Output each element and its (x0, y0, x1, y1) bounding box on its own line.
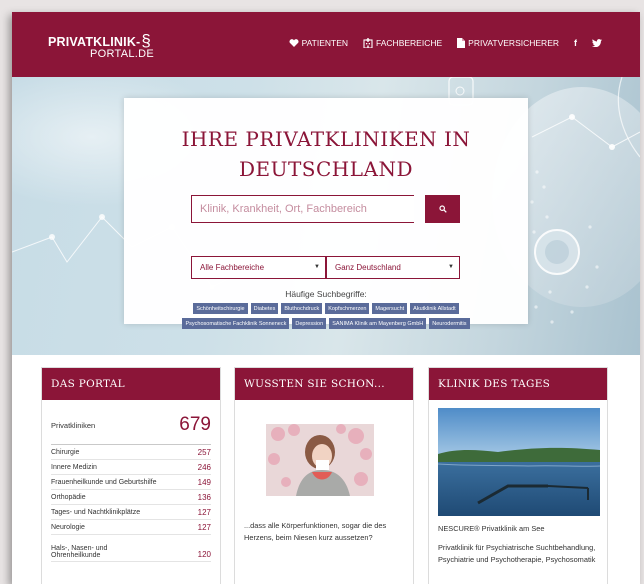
popular-searches-label: Häufige Suchbegriffe: (285, 289, 367, 299)
page: PRIVATKLINIK- § PORTAL.DE PATIENTEN FACHB… (12, 12, 640, 584)
clinic-of-the-day-heading: KLINIK DES TAGES (429, 368, 607, 400)
category-label: Hals-, Nasen- und Ohrenheilkunde (51, 545, 108, 559)
nav-privatversicherer-label: PRIVATVERSICHERER (468, 38, 559, 48)
did-you-know-heading: WUSSTEN SIE SCHON... (235, 368, 413, 400)
category-row[interactable]: Innere Medizin 246 (51, 460, 211, 475)
category-count: 149 (197, 477, 211, 487)
logo-text-top: PRIVATKLINIK- (48, 35, 141, 49)
search-button[interactable] (425, 195, 460, 223)
nav-fachbereiche[interactable]: FACHBEREICHE (363, 38, 442, 48)
popular-tags-row-1: Schönheitschirurgie Diabetes Bluthochdru… (124, 303, 528, 314)
category-row[interactable]: Chirurgie 257 (51, 445, 211, 460)
clinic-description: Privatklinik für Psychiatrische Suchtbeh… (438, 543, 596, 564)
search-tag[interactable]: Depression (292, 318, 327, 329)
search-tag[interactable]: Bluthochdruck (281, 303, 323, 314)
total-clinics-row[interactable]: Privatkliniken 679 (51, 406, 211, 445)
category-row[interactable]: Hals-, Nasen- und Ohrenheilkunde 120 (51, 535, 211, 562)
search-input[interactable] (191, 195, 414, 223)
clinic-name[interactable]: NESCURE® Privatklinik am See (438, 524, 600, 533)
fachbereich-select[interactable]: Alle Fachbereiche ▼ (191, 256, 326, 279)
total-clinics-count: 679 (179, 414, 211, 435)
document-icon (457, 38, 466, 48)
total-clinics-label: Privatkliniken (51, 420, 96, 430)
lake-image[interactable] (438, 408, 600, 516)
category-label: Innere Medizin (51, 463, 97, 471)
hospital-icon (363, 38, 373, 48)
site-logo[interactable]: PRIVATKLINIK- § PORTAL.DE (48, 31, 155, 60)
search-tag[interactable]: Schönheitschirurgie (193, 303, 248, 314)
nav-patienten[interactable]: PATIENTEN (289, 38, 348, 48)
dropdown-arrow-icon: ▼ (314, 264, 320, 270)
search-tag[interactable]: Diabetes (250, 303, 279, 314)
hero-title-line-2: DEUTSCHLAND (238, 157, 414, 181)
dropdown-arrow-icon: ▼ (448, 264, 454, 270)
category-label: Orthopädie (51, 493, 86, 501)
search-icon (438, 205, 447, 213)
category-row[interactable]: Neurologie 127 (51, 520, 211, 535)
content-section: DAS PORTAL Privatkliniken 679 Chirurgie … (12, 355, 640, 584)
did-you-know-box: WUSSTEN SIE SCHON... ...dass alle Körper (234, 367, 414, 584)
main-nav: PATIENTEN FACHBEREICHE PRIVATVERSICHERER… (289, 38, 602, 48)
category-count: 120 (197, 550, 211, 559)
category-row[interactable]: Orthopädie 136 (51, 490, 211, 505)
nav-fachbereiche-label: FACHBEREICHE (376, 38, 443, 48)
search-tag[interactable]: Akutklinik Allstadt (410, 303, 459, 314)
twitter-icon[interactable] (592, 39, 602, 47)
search-tag[interactable]: Neurodermitis (429, 318, 470, 329)
search-card: IHRE PRIVATKLINIKEN IN DEUTSCHLAND Alle … (124, 98, 528, 329)
clinic-of-the-day-box: KLINIK DES TAGES NESCURE® Privatklinik a… (428, 367, 608, 584)
category-label: Neurologie (51, 523, 85, 531)
category-count: 136 (197, 492, 211, 502)
portal-box: DAS PORTAL Privatkliniken 679 Chirurgie … (41, 367, 221, 584)
portal-heading: DAS PORTAL (42, 368, 220, 400)
category-row[interactable]: Tages- und Nachtklinikplätze 127 (51, 505, 211, 520)
popular-tags-row-2: Psychosomatische Fachklinik Sonneneck De… (124, 318, 528, 329)
nav-patienten-label: PATIENTEN (301, 38, 349, 48)
category-count: 246 (197, 462, 211, 472)
did-you-know-text: ...dass alle Körperfunktionen, sogar die… (244, 521, 387, 542)
category-count: 127 (197, 522, 211, 532)
hero-title-line-1: IHRE PRIVATKLINIKEN IN (181, 127, 471, 151)
hero-section: IHRE PRIVATKLINIKEN IN DEUTSCHLAND Alle … (12, 77, 640, 355)
logo-text-bottom: PORTAL.DE (90, 48, 155, 60)
region-select[interactable]: Ganz Deutschland ▼ (326, 256, 460, 279)
heart-icon (289, 39, 299, 47)
region-select-value: Ganz Deutschland (335, 263, 401, 272)
search-tag[interactable]: SANIMA Klinik am Mayenberg GmbH (329, 318, 427, 329)
category-label: Frauenheilkunde und Geburtshilfe (51, 478, 157, 486)
search-tag[interactable]: Kopfschmerzen (325, 303, 370, 314)
category-count: 127 (197, 507, 211, 517)
sneezing-woman-image[interactable] (266, 424, 374, 496)
facebook-icon[interactable]: f (574, 38, 577, 48)
hero-title: IHRE PRIVATKLINIKEN IN DEUTSCHLAND (124, 124, 528, 184)
site-header: PRIVATKLINIK- § PORTAL.DE PATIENTEN FACHB… (12, 12, 640, 77)
nav-privatversicherer[interactable]: PRIVATVERSICHERER (457, 38, 559, 48)
fachbereich-select-value: Alle Fachbereiche (200, 263, 265, 272)
category-count: 257 (197, 447, 211, 457)
caduceus-icon: § (141, 31, 152, 50)
category-row[interactable]: Frauenheilkunde und Geburtshilfe 149 (51, 475, 211, 490)
category-label: Tages- und Nachtklinikplätze (51, 508, 141, 516)
search-tag[interactable]: Psychosomatische Fachklinik Sonneneck (182, 318, 290, 329)
search-tag[interactable]: Magersucht (372, 303, 408, 314)
category-label: Chirurgie (51, 448, 80, 456)
